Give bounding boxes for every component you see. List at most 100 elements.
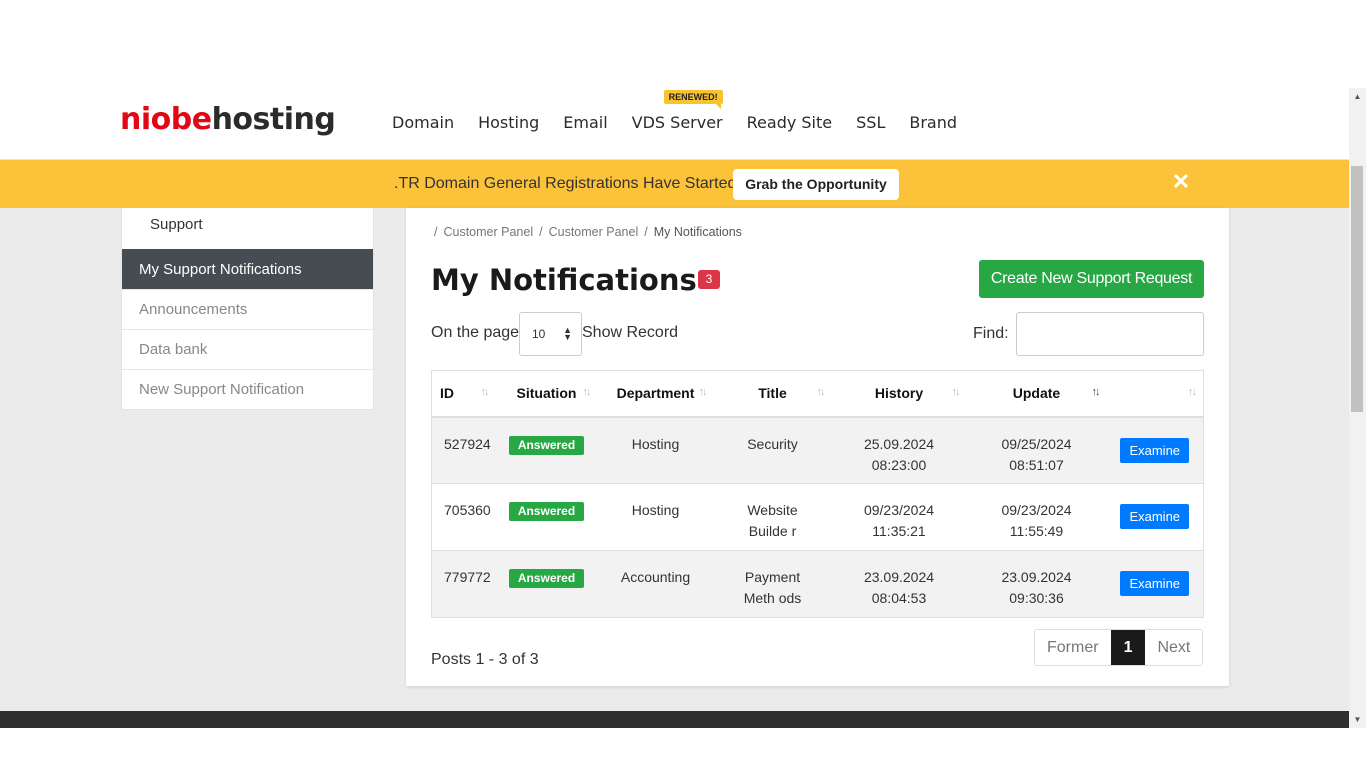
cell-title: Website Builde r [713,483,832,551]
notifications-card: / Customer Panel / Customer Panel / My N… [406,208,1229,686]
col-department[interactable]: Department ↑↓ [597,370,714,418]
sidebar-item-announcements[interactable]: Announcements [122,289,373,329]
table-row: 527924 Answered Hosting Security 25.09.2… [431,416,1204,484]
sort-icon: ↑↓ [480,386,490,398]
update-time: 08:51:07 [1009,456,1064,473]
cell-department: Hosting [597,416,714,484]
page-viewport: niobehosting Domain Hosting Email RENEWE… [0,88,1349,728]
site-footer [0,711,1349,728]
logo-part-hosting: hosting [211,102,336,137]
renewed-badge: RENEWED! [663,90,723,109]
scroll-up-icon[interactable]: ▲ [1349,88,1366,105]
status-badge: Answered [508,502,585,521]
table-row: 779772 Answered Accounting Payment Meth … [431,550,1204,618]
cell-situation: Answered [495,483,598,551]
sort-icon: ↑↓ [698,386,708,398]
history-time: 08:04:53 [871,590,927,606]
cell-history: 09/23/2024 11:35:21 [831,483,967,551]
logo[interactable]: niobehosting [120,102,336,137]
col-id[interactable]: ID ↑↓ [431,370,496,418]
sidebar-support-label[interactable]: Support [122,208,373,249]
sidebar-item-my-support-notifications[interactable]: My Support Notifications [122,249,373,289]
cell-situation: Answered [495,416,598,484]
main-nav: Domain Hosting Email RENEWED! VDS Server… [392,90,981,132]
browser-top-blank [0,0,1366,88]
col-history[interactable]: History ↑↓ [831,370,967,418]
examine-button[interactable]: Examine [1120,437,1190,463]
nav-email[interactable]: Email [563,113,607,132]
cell-id: 527924 [431,416,496,484]
notification-count-badge: 3 [698,270,720,289]
examine-button[interactable]: Examine [1120,571,1190,596]
update-time: 11:55:49 [1009,523,1064,539]
nav-ready-site[interactable]: Ready Site [747,113,832,132]
breadcrumb-item-current: My Notifications [653,225,742,239]
select-arrows-icon: ▲ ▼ [563,325,572,342]
page-length-value: 10 [532,327,546,341]
col-situation[interactable]: Situation ↑↓ [495,370,598,418]
page-length-select[interactable]: 10 ▲ ▼ [519,312,582,356]
page-title: My Notifications [431,263,697,297]
cell-update: 23.09.2024 09:30:36 [966,550,1107,618]
nav-hosting[interactable]: Hosting [478,113,539,132]
sidebar-item-data-bank[interactable]: Data bank [122,329,373,369]
sidebar-item-new-support-notification[interactable]: New Support Notification [122,369,373,409]
pagination-previous[interactable]: Former [1035,630,1111,665]
breadcrumb-item-customer-panel-2[interactable]: Customer Panel [549,225,639,239]
logo-part-niobe: niobe [120,102,212,137]
title-text: Website Builde r [747,502,798,539]
title-text: Payment Meth ods [743,569,802,606]
cell-update: 09/23/2024 11:55:49 [966,483,1107,551]
col-update[interactable]: Update ↑↓ [966,370,1107,418]
history-date: 09/23/2024 [863,502,935,518]
cell-history: 23.09.2024 08:04:53 [831,550,967,618]
notifications-table: ID ↑↓ Situation ↑↓ Department ↑↓ Title ↑↓ Hi… [431,370,1204,618]
pagination-page-1[interactable]: 1 [1110,630,1146,665]
breadcrumb-separator: / [539,225,543,239]
history-date: 25.09.2024 [863,435,935,452]
create-support-request-button[interactable]: Create New Support Request [979,260,1204,298]
sort-icon: ↑↓ [582,386,592,398]
scroll-down-icon[interactable]: ▼ [1349,711,1366,728]
sort-icon: ↑↓ [1188,386,1197,398]
history-time: 11:35:21 [872,523,926,539]
pagination-next[interactable]: Next [1145,630,1203,665]
cell-title: Security [713,416,832,484]
table-row: 705360 Answered Hosting Website Builde r… [431,483,1204,551]
breadcrumb-item-customer-panel[interactable]: Customer Panel [443,225,533,239]
cell-id: 779772 [431,550,496,618]
show-record-label: Show Record [582,324,679,341]
nav-ssl[interactable]: SSL [856,113,885,132]
promo-bar: .TR Domain General Registrations Have St… [0,160,1349,208]
col-situation-label: Situation [516,385,577,402]
sidebar: Support My Support Notifications Announc… [121,208,374,410]
breadcrumb-separator: / [434,225,438,239]
history-time: 08:23:00 [871,456,927,473]
col-title[interactable]: Title ↑↓ [713,370,832,418]
browser-bottom-blank [0,728,1366,768]
cell-action: Examine [1106,483,1204,551]
col-actions[interactable]: ↑↓ [1106,370,1204,418]
cell-situation: Answered [495,550,598,618]
scrollbar[interactable]: ▲ ▼ [1349,88,1366,728]
scroll-thumb[interactable] [1351,166,1363,412]
breadcrumb: / Customer Panel / Customer Panel / My N… [434,225,742,239]
find-label: Find: [973,325,1009,342]
nav-vds-server[interactable]: RENEWED! VDS Server [632,90,723,132]
update-date: 09/25/2024 [1001,435,1072,452]
nav-domain[interactable]: Domain [392,113,454,132]
examine-button[interactable]: Examine [1120,504,1190,529]
col-department-label: Department [616,385,695,402]
history-date: 23.09.2024 [863,569,935,585]
col-history-label: History [874,385,924,402]
nav-brand[interactable]: Brand [909,113,957,132]
update-date: 09/23/2024 [1001,502,1072,518]
status-badge: Answered [508,569,585,588]
grab-opportunity-button[interactable]: Grab the Opportunity [733,169,899,200]
find-input[interactable] [1016,312,1204,356]
cell-id: 705360 [431,483,496,551]
close-icon[interactable]: ✕ [1170,171,1192,193]
site-header: niobehosting Domain Hosting Email RENEWE… [0,88,1349,160]
col-update-label: Update [1012,385,1061,402]
cell-update: 09/25/2024 08:51:07 [966,416,1107,484]
